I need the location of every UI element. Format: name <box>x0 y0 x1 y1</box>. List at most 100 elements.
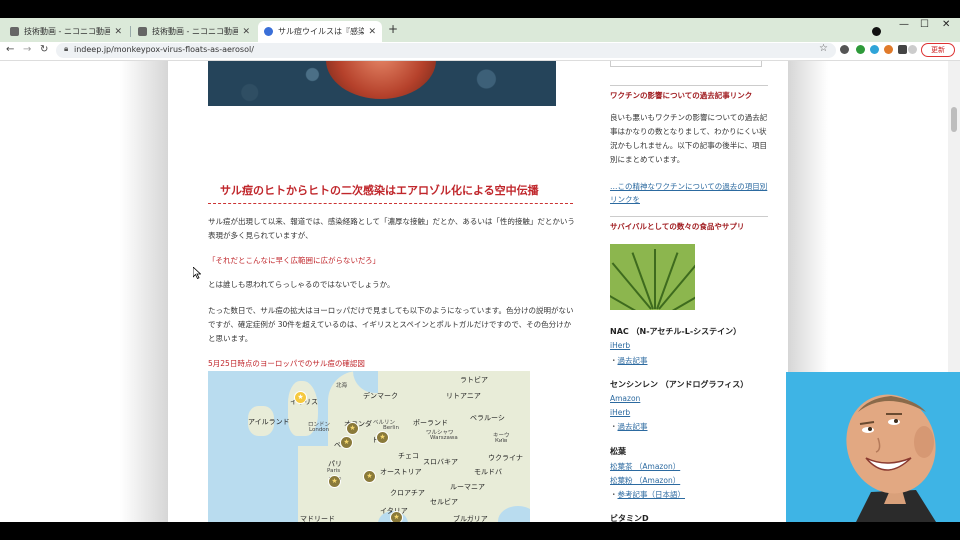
item-link[interactable]: iHerb <box>610 341 630 350</box>
item-name: センシンレン （アンドログラフィス） <box>610 380 749 389</box>
map-label: チェコ <box>398 452 419 460</box>
map-label: リトアニア <box>446 392 481 400</box>
forward-arrow-icon[interactable]: → <box>23 44 31 55</box>
top-black-bar <box>0 0 960 18</box>
tab-1[interactable]: 技術動画 - ニコニコ動画 ✕ <box>4 21 128 42</box>
item-link[interactable]: Amazon <box>610 394 640 403</box>
map-label: London <box>309 427 330 433</box>
close-icon[interactable]: ✕ <box>368 27 376 37</box>
map-label: ルーマニア <box>450 483 485 491</box>
lock-icon: 🔒︎ <box>64 44 69 53</box>
close-icon[interactable]: ✕ <box>114 27 122 37</box>
bookmark-star-icon[interactable]: ☆ <box>819 43 828 54</box>
section-heading: サル痘のヒトからヒトの二次感染はエアロゾル化による空中伝播 <box>220 184 539 197</box>
extension-icon[interactable] <box>870 45 879 54</box>
profile-icon[interactable] <box>872 27 881 36</box>
divider <box>610 85 768 86</box>
extension-icon[interactable] <box>840 45 849 54</box>
close-icon[interactable]: ✕ <box>242 27 250 37</box>
item-name: NAC （N-アセチル-L-システイン） <box>610 327 742 336</box>
map-label: デンマーク <box>363 392 398 400</box>
page-shadow-left <box>120 61 168 522</box>
item-bullet-link[interactable]: 過去記事 <box>618 356 648 365</box>
paragraph: たった数日で、サル痘の拡大はヨーロッパだけで見ましても以下のようになっています。… <box>208 306 574 343</box>
address-bar-row: ← → ↻ 🔒︎ indeep.jp/monkeypox-virus-float… <box>0 42 960 61</box>
screen: 技術動画 - ニコニコ動画 ✕ 技術動画 - ニコニコ動画 ✕ サル痘ウイルスは… <box>0 0 960 540</box>
item-bullet: ・過去記事 <box>610 422 648 431</box>
window-close-icon[interactable]: ✕ <box>942 19 950 30</box>
map-label: モルドバ <box>474 468 502 476</box>
map-label: クロアチア <box>390 489 425 497</box>
tab-title: サル痘ウイルスは『感染力を保持した <box>278 27 365 36</box>
item-bullet: ・過去記事 <box>610 356 648 365</box>
map-marker-france: ★ <box>328 475 341 488</box>
item-link[interactable]: 松葉粉 （Amazon） <box>610 475 680 486</box>
tab-divider <box>130 26 131 37</box>
map-label: Київ <box>495 438 508 444</box>
reload-icon[interactable]: ↻ <box>40 44 48 55</box>
sidebar-heading: ワクチンの影響についての過去記事リンク <box>610 91 753 100</box>
new-tab-icon[interactable]: + <box>388 22 398 36</box>
item-name: 松葉 <box>610 447 626 456</box>
map-label: スロバキア <box>423 458 458 466</box>
sidebar-heading: サバイバルとしての数々の食品やサプリ <box>610 222 745 231</box>
tab-title: 技術動画 - ニコニコ動画 <box>152 27 239 36</box>
map-marker-germany: ★ <box>376 431 389 444</box>
update-button[interactable]: 更新 <box>921 43 955 57</box>
virus-image <box>326 61 436 99</box>
webcam-overlay <box>786 372 960 522</box>
map-label: Berlin <box>383 425 399 431</box>
needle <box>656 252 679 310</box>
map-label: 北海 <box>336 383 348 389</box>
mouse-cursor-icon <box>193 267 201 279</box>
site-favicon-icon <box>264 27 273 36</box>
extension-icon[interactable] <box>884 45 893 54</box>
sidebar: ワクチンの影響についての過去記事リンク 良いも悪いもワクチンの影響についての過去… <box>610 61 770 522</box>
item-bullet-link[interactable]: 参考記事（日本語） <box>618 490 686 499</box>
url-text: indeep.jp/monkeypox-virus-floats-as-aero… <box>74 45 254 54</box>
presenter-image <box>846 394 936 522</box>
hero-image <box>208 61 556 106</box>
niconico-icon <box>138 27 147 36</box>
tab-title: 技術動画 - ニコニコ動画 <box>24 27 111 36</box>
tab-2[interactable]: 技術動画 - ニコニコ動画 ✕ <box>132 21 256 42</box>
item-link[interactable]: iHerb <box>610 408 630 417</box>
bottom-black-bar <box>0 522 960 540</box>
sidebar-top-box <box>610 61 762 67</box>
map-label: Warszawa <box>430 435 458 441</box>
map-label: Paris <box>327 468 341 474</box>
back-arrow-icon[interactable]: ← <box>6 44 14 55</box>
map-land-continent <box>328 371 530 522</box>
map-marker-italy: ★ <box>390 511 403 522</box>
map-marker-uk: ★ <box>294 391 307 404</box>
map-label: ウクライナ <box>488 454 523 462</box>
map-marker-belgium: ★ <box>340 436 353 449</box>
puzzle-extensions-icon[interactable] <box>898 45 907 54</box>
map-marker-netherlands: ★ <box>346 422 359 435</box>
map-marker-switzerland: ★ <box>363 470 376 483</box>
needle <box>654 249 656 309</box>
map-label: ベラルーシ <box>470 414 505 422</box>
tab-3-active[interactable]: サル痘ウイルスは『感染力を保持した ✕ <box>258 21 382 42</box>
needle <box>610 283 642 310</box>
maximize-icon[interactable]: ☐ <box>920 19 929 30</box>
map-label: アイルランド <box>248 418 290 426</box>
map-label: マドリード <box>300 515 335 522</box>
avatar[interactable] <box>908 45 917 54</box>
paragraph: とは誰しも思われてらっしゃるのではないでしょうか。 <box>208 280 395 289</box>
item-bullet-link[interactable]: 過去記事 <box>618 422 648 431</box>
vaccine-archive-link[interactable]: …この精神なワクチンについての過去の項目別リンクを <box>610 180 770 206</box>
needle <box>666 283 695 310</box>
quote-paragraph: 「それだとこんなに早く広範囲に広がらないだろ」 <box>208 256 381 265</box>
map-label: ラトビア <box>460 376 488 384</box>
minimize-icon[interactable]: — <box>899 19 909 30</box>
extension-icon[interactable] <box>856 45 865 54</box>
map-label: セルビア <box>430 498 458 506</box>
scrollbar-thumb[interactable] <box>951 107 957 132</box>
address-bar[interactable]: 🔒︎ indeep.jp/monkeypox-virus-floats-as-a… <box>56 43 836 58</box>
map-label: オーストリア <box>380 468 422 476</box>
sidebar-text: 良いも悪いもワクチンの影響についての過去記事はかなりの数となりまして、わかりにく… <box>610 113 768 164</box>
map-caption: 5月25日時点のヨーロッパでのサル痘の確認図 <box>208 359 365 368</box>
item-link[interactable]: 松葉茶 （Amazon） <box>610 461 680 472</box>
item-name: ビタミンD <box>610 514 649 522</box>
